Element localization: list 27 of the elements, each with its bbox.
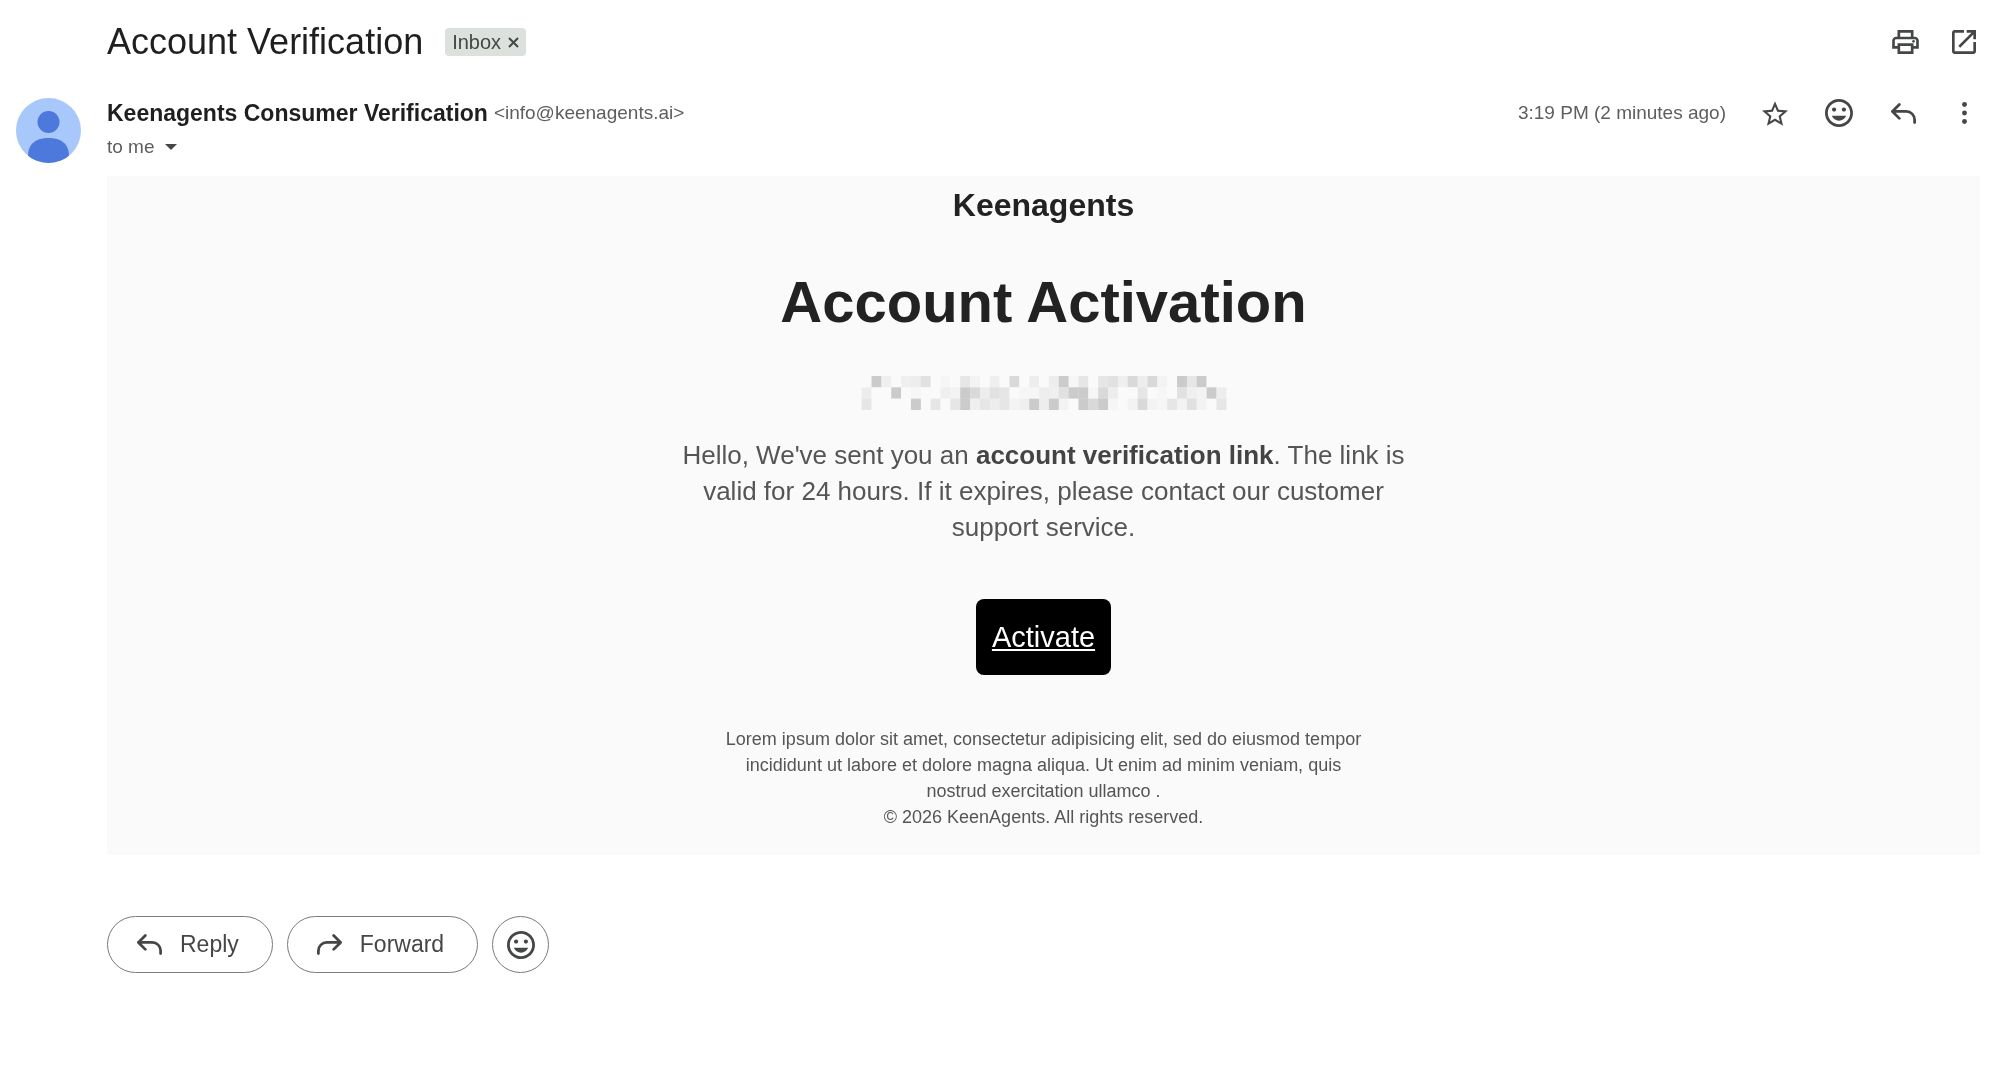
caret-icon[interactable]	[164, 144, 177, 150]
close-icon[interactable]	[508, 36, 520, 48]
emoji-icon[interactable]	[1825, 99, 1853, 127]
star-icon[interactable]	[1762, 100, 1788, 126]
body-paragraph: Hello, We've sent you an account verification link. The link is valid for 24 hours. If it expires, please contact our customer support service.	[681, 439, 1406, 544]
activate-button[interactable]: Activate	[975, 599, 1112, 675]
brand-name: Keenagents	[952, 187, 1135, 224]
timestamp: 3:19 PM (2 minutes ago)	[1517, 102, 1726, 124]
sender-email: <info@keenagents.ai>	[493, 102, 685, 124]
more-options-icon[interactable]	[1962, 102, 1967, 124]
reply-button[interactable]: Reply	[107, 916, 273, 973]
print-icon[interactable]	[1892, 30, 1919, 54]
person-avatar-icon	[16, 98, 81, 163]
heading: Account Activation	[780, 268, 1307, 335]
footer-text: Lorem ipsum dolor sit amet, consectetur adipisicing elit, sed do eiusmod tempor incididunt ut labore et dolore magna aliqua. Ut enim ad minim veniam, quis nostrud exercitation ullamco .	[724, 728, 1363, 803]
reply-icon	[137, 934, 162, 955]
reply-icon[interactable]	[1891, 102, 1916, 124]
emoji-button[interactable]	[492, 916, 550, 973]
recipient-text: to me	[107, 136, 155, 158]
sender-name: Keenagents Consumer Verification	[107, 99, 488, 127]
external-link-icon[interactable]	[1952, 30, 1976, 54]
forward-icon	[316, 934, 342, 955]
forward-button[interactable]: Forward	[286, 916, 479, 973]
emoji-icon	[506, 930, 535, 959]
label-text: Inbox	[452, 30, 502, 54]
copyright-text: © 2026 KeenAgents. All rights reserved.	[883, 806, 1204, 829]
subject-title: Account Verification	[107, 20, 424, 64]
